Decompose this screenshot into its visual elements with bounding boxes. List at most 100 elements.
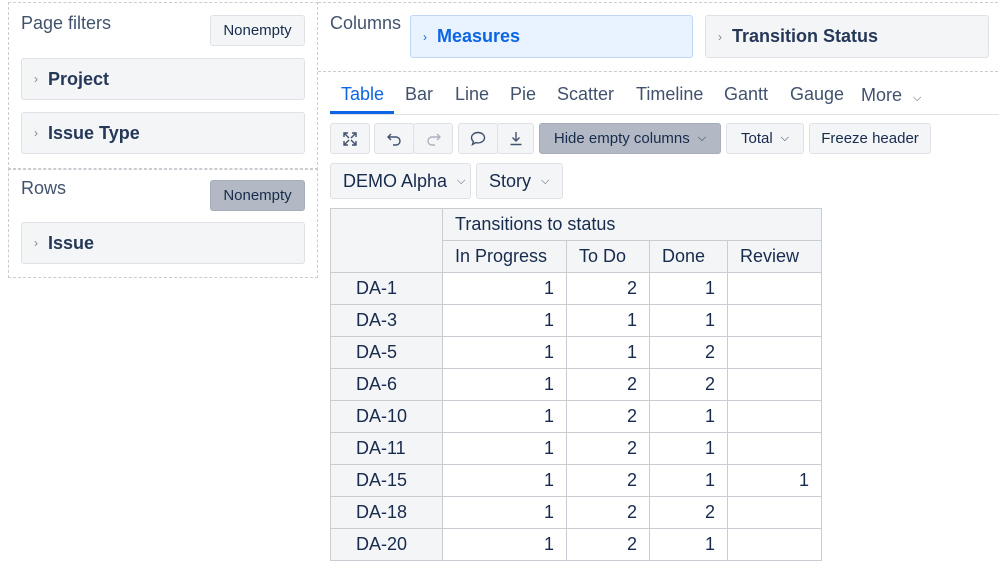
chevron-down-icon: ⌵	[541, 174, 550, 187]
table-row: DA-11 1 2 1	[330, 432, 822, 465]
table-cell	[727, 528, 822, 561]
column-header[interactable]: In Progress	[442, 240, 567, 273]
rows-nonempty-button[interactable]: Nonempty	[210, 180, 305, 211]
tab-gantt[interactable]: Gantt	[724, 84, 768, 105]
page-filters-nonempty-button[interactable]: Nonempty	[210, 15, 305, 46]
table-cell: 1	[442, 368, 567, 401]
row-header[interactable]: DA-10	[330, 400, 443, 433]
comment-button[interactable]	[458, 123, 498, 154]
chevron-right-icon: ›	[423, 29, 427, 44]
table-cell: 2	[566, 272, 650, 305]
table-cell: 1	[442, 464, 567, 497]
table-cell: 1	[649, 528, 728, 561]
undo-button[interactable]	[374, 123, 414, 154]
table-corner	[330, 208, 443, 273]
table-cell: 1	[566, 336, 650, 369]
table-cell: 1	[649, 432, 728, 465]
row-dimension-issue[interactable]: › Issue	[21, 222, 305, 264]
row-header[interactable]: DA-3	[330, 304, 443, 337]
table-cell	[727, 304, 822, 337]
expand-icon	[343, 131, 357, 146]
tab-table[interactable]: Table	[341, 84, 384, 105]
comment-icon	[470, 131, 486, 146]
table-cell: 2	[649, 496, 728, 529]
table-row: DA-6 1 2 2	[330, 368, 822, 401]
chevron-right-icon: ›	[34, 72, 38, 86]
column-dimension-measures-label: Measures	[437, 26, 521, 46]
table-cell: 1	[442, 528, 567, 561]
table-cell	[727, 432, 822, 465]
tab-gauge[interactable]: Gauge	[790, 84, 844, 105]
download-icon	[510, 132, 521, 146]
undo-icon	[386, 133, 401, 146]
row-header[interactable]: DA-20	[330, 528, 443, 561]
export-button[interactable]	[497, 123, 534, 154]
row-dimension-issue-label: Issue	[48, 232, 95, 253]
table-cell: 1	[442, 336, 567, 369]
chevron-right-icon: ›	[718, 29, 722, 44]
row-header[interactable]: DA-11	[330, 432, 443, 465]
table-cell: 1	[727, 464, 822, 497]
column-dimension-transition-status[interactable]: › Transition Status	[705, 15, 989, 58]
freeze-header-button[interactable]: Freeze header	[809, 123, 931, 154]
columns-title: Columns	[330, 13, 402, 33]
chevron-down-icon: ⌵	[780, 132, 790, 144]
table-cell: 2	[566, 368, 650, 401]
row-header[interactable]: DA-18	[330, 496, 443, 529]
chevron-right-icon: ›	[34, 236, 38, 250]
table-cell	[727, 368, 822, 401]
table-cell	[727, 336, 822, 369]
tab-pie[interactable]: Pie	[510, 84, 536, 105]
row-header[interactable]: DA-6	[330, 368, 443, 401]
row-header[interactable]: DA-5	[330, 336, 443, 369]
page-filters-title: Page filters	[21, 13, 112, 33]
table-cell: 2	[566, 400, 650, 433]
active-tab-indicator	[330, 111, 394, 114]
tab-more-label: More	[861, 85, 903, 105]
table-row: DA-15 1 2 1 1	[330, 464, 822, 497]
chevron-right-icon: ›	[34, 126, 38, 140]
table-cell: 1	[649, 304, 728, 337]
column-header[interactable]: Review	[727, 240, 822, 273]
table-cell: 1	[442, 496, 567, 529]
hide-empty-columns-button[interactable]: Hide empty columns ⌵	[539, 123, 721, 154]
page-filter-issue-type[interactable]: › Issue Type	[21, 112, 305, 154]
tab-timeline[interactable]: Timeline	[636, 84, 703, 105]
tab-scatter[interactable]: Scatter	[557, 84, 614, 105]
column-header[interactable]: Done	[649, 240, 728, 273]
project-filter-select[interactable]: DEMO Alpha ⌵	[330, 163, 471, 199]
total-button[interactable]: Total ⌵	[726, 123, 804, 154]
table-cell: 1	[649, 272, 728, 305]
row-header[interactable]: DA-15	[330, 464, 443, 497]
table-cell: 1	[566, 304, 650, 337]
tab-line[interactable]: Line	[455, 84, 489, 105]
tab-bar[interactable]: Bar	[405, 84, 433, 105]
total-label: Total	[740, 130, 773, 147]
issue-type-filter-select[interactable]: Story ⌵	[476, 163, 563, 199]
fullscreen-button[interactable]	[330, 123, 370, 154]
table-cell	[727, 400, 822, 433]
row-header[interactable]: DA-1	[330, 272, 443, 305]
project-filter-value: DEMO Alpha	[343, 170, 448, 191]
column-header[interactable]: To Do	[566, 240, 650, 273]
column-dimension-transition-status-label: Transition Status	[732, 26, 879, 46]
page-filter-issue-type-label: Issue Type	[48, 122, 140, 143]
tab-more[interactable]: More ⌵	[861, 85, 921, 106]
column-dimension-measures[interactable]: › Measures	[410, 15, 693, 58]
table-cell: 1	[442, 432, 567, 465]
table-cell: 2	[566, 528, 650, 561]
hide-empty-columns-label: Hide empty columns	[553, 130, 690, 147]
table-row: DA-3 1 1 1	[330, 304, 822, 337]
issue-type-filter-value: Story	[489, 170, 532, 191]
group-header[interactable]: Transitions to status	[442, 208, 822, 241]
redo-button[interactable]	[413, 123, 453, 154]
table-row: DA-5 1 1 2	[330, 336, 822, 369]
report-table: Transitions to status In Progress To Do …	[330, 208, 822, 561]
redo-icon	[426, 133, 441, 146]
table-cell: 2	[649, 336, 728, 369]
page-filter-project[interactable]: › Project	[21, 58, 305, 100]
table-cell: 1	[442, 400, 567, 433]
table-row: DA-18 1 2 2	[330, 496, 822, 529]
page-filter-project-label: Project	[48, 68, 110, 89]
table-cell: 1	[442, 304, 567, 337]
